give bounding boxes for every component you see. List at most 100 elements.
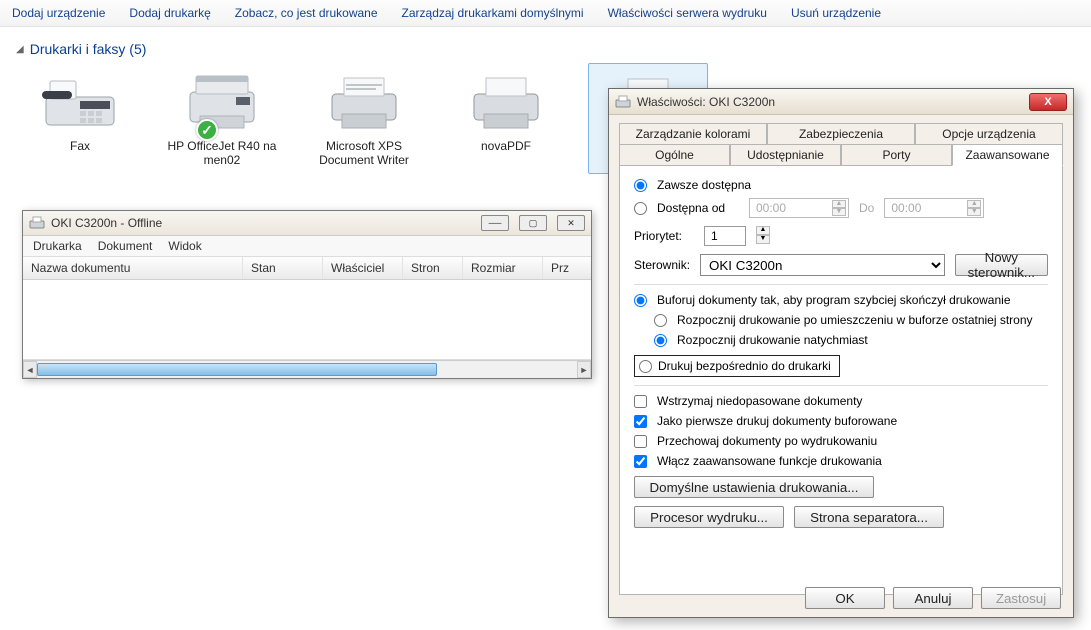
printer-icon (466, 72, 546, 132)
label-spool-after-last: Rozpocznij drukowanie po umieszczeniu w … (677, 313, 1033, 327)
radio-print-direct[interactable] (639, 360, 652, 373)
scroll-left-icon[interactable]: ◄ (23, 361, 37, 378)
queue-titlebar[interactable]: OKI C3200n - Offline ── ▢ ✕ (23, 211, 591, 236)
printer-small-icon (29, 216, 45, 230)
radio-spool-immediately[interactable] (654, 334, 667, 347)
apply-button[interactable]: Zastosuj (981, 587, 1061, 609)
time-to-input[interactable]: 00:00 ▲▼ (884, 198, 984, 218)
close-button[interactable]: ✕ (557, 215, 585, 231)
time-to-value: 00:00 (891, 201, 921, 215)
radio-available-from[interactable] (634, 202, 647, 215)
label-keep-docs: Przechowaj dokumenty po wydrukowaniu (657, 434, 877, 448)
device-xps[interactable]: Microsoft XPS Document Writer (304, 63, 424, 174)
category-title: Drukarki i faksy (5) (30, 41, 147, 57)
col-size[interactable]: Rozmiar (463, 257, 543, 279)
tab-row-bottom: Ogólne Udostępnianie Porty Zaawansowane (619, 144, 1063, 165)
cmd-manage-default[interactable]: Zarządzaj drukarkami domyślnymi (402, 6, 584, 20)
spinner-icon[interactable]: ▲▼ (832, 200, 846, 216)
printer-icon (324, 72, 404, 132)
cmd-server-props[interactable]: Właściwości serwera wydruku (608, 6, 767, 20)
close-button[interactable]: X (1029, 93, 1067, 111)
label-driver: Sterownik: (634, 258, 690, 272)
cancel-button[interactable]: Anuluj (893, 587, 973, 609)
label-spool-immediately: Rozpocznij drukowanie natychmiast (677, 333, 868, 347)
time-from-input[interactable]: 00:00 ▲▼ (749, 198, 849, 218)
queue-columns: Nazwa dokumentu Stan Właściciel Stron Ro… (23, 257, 591, 280)
command-bar: Dodaj urządzenie Dodaj drukarkę Zobacz, … (0, 0, 1091, 27)
scroll-thumb[interactable] (37, 363, 437, 376)
col-owner[interactable]: Właściciel (323, 257, 403, 279)
device-hp[interactable]: ✓ HP OfficeJet R40 na men02 (162, 63, 282, 174)
col-submitted[interactable]: Prz (543, 257, 591, 279)
time-from-value: 00:00 (756, 201, 786, 215)
new-driver-button[interactable]: Nowy sterownik... (955, 254, 1048, 276)
menu-printer[interactable]: Drukarka (33, 239, 82, 253)
tab-general[interactable]: Ogólne (619, 144, 730, 165)
scroll-right-icon[interactable]: ► (577, 361, 591, 378)
tab-color-management[interactable]: Zarządzanie kolorami (619, 123, 767, 144)
device-label: novaPDF (446, 137, 566, 159)
tab-row-top: Zarządzanie kolorami Zabezpieczenia Opcj… (619, 123, 1063, 144)
col-pages[interactable]: Stron (403, 257, 463, 279)
priority-value: 1 (711, 229, 718, 243)
queue-title: OKI C3200n - Offline (51, 216, 471, 230)
driver-select[interactable]: OKI C3200n (700, 254, 945, 276)
label-to: Do (859, 201, 874, 215)
separator-page-button[interactable]: Strona separatora... (794, 506, 944, 528)
tab-ports[interactable]: Porty (841, 144, 952, 165)
collapse-caret-icon: ◢ (16, 44, 24, 55)
radio-spool[interactable] (634, 294, 647, 307)
check-keep-docs[interactable] (634, 435, 647, 448)
col-document[interactable]: Nazwa dokumentu (23, 257, 243, 279)
tab-device-options[interactable]: Opcje urządzenia (915, 123, 1063, 144)
cmd-add-device[interactable]: Dodaj urządzenie (12, 6, 105, 20)
props-titlebar[interactable]: Właściwości: OKI C3200n X (609, 89, 1073, 115)
cmd-see-printing[interactable]: Zobacz, co jest drukowane (235, 6, 378, 20)
menu-document[interactable]: Dokument (98, 239, 153, 253)
label-always-available: Zawsze dostępna (657, 178, 751, 192)
priority-input[interactable]: 1 (704, 226, 746, 246)
dialog-buttons: OK Anuluj Zastosuj (805, 587, 1061, 609)
check-hold-mismatch[interactable] (634, 395, 647, 408)
default-settings-button[interactable]: Domyślne ustawienia drukowania... (634, 476, 874, 498)
advanced-panel: Zawsze dostępna Dostępna od 00:00 ▲▼ Do … (619, 165, 1063, 595)
maximize-button[interactable]: ▢ (519, 215, 547, 231)
check-advanced-features[interactable] (634, 455, 647, 468)
device-novapdf[interactable]: novaPDF (446, 63, 566, 174)
device-label: HP OfficeJet R40 na men02 (162, 137, 282, 174)
separator (634, 385, 1048, 386)
radio-always-available[interactable] (634, 179, 647, 192)
direct-print-option[interactable]: Drukuj bezpośrednio do drukarki (634, 355, 840, 377)
label-print-direct: Drukuj bezpośrednio do drukarki (658, 359, 831, 373)
label-hold-mismatch: Wstrzymaj niedopasowane dokumenty (657, 394, 862, 408)
device-fax[interactable]: Fax (20, 63, 140, 174)
tab-advanced[interactable]: Zaawansowane (952, 144, 1063, 166)
ok-button[interactable]: OK (805, 587, 885, 609)
radio-spool-after-last[interactable] (654, 314, 667, 327)
props-title: Właściwości: OKI C3200n (637, 95, 1023, 109)
cmd-remove-device[interactable]: Usuń urządzenie (791, 6, 881, 20)
default-check-icon: ✓ (196, 119, 218, 141)
device-label: Microsoft XPS Document Writer (304, 137, 424, 174)
category-header[interactable]: ◢ Drukarki i faksy (5) (0, 27, 1091, 63)
tab-sharing[interactable]: Udostępnianie (730, 144, 841, 165)
mfp-icon (182, 72, 262, 132)
printer-small-icon (615, 95, 631, 109)
cmd-add-printer[interactable]: Dodaj drukarkę (129, 6, 210, 20)
horizontal-scrollbar[interactable]: ◄ ► (23, 360, 591, 378)
device-label: Fax (20, 137, 140, 159)
fax-icon (40, 75, 120, 130)
tab-security[interactable]: Zabezpieczenia (767, 123, 915, 144)
minimize-button[interactable]: ── (481, 215, 509, 231)
print-processor-button[interactable]: Procesor wydruku... (634, 506, 784, 528)
queue-menubar: Drukarka Dokument Widok (23, 236, 591, 257)
check-print-spooled-first[interactable] (634, 415, 647, 428)
spinner-icon[interactable]: ▲▼ (967, 200, 981, 216)
spinner-icon[interactable]: ▲▼ (756, 226, 770, 246)
label-spool: Buforuj dokumenty tak, aby program szybc… (657, 293, 1011, 307)
label-print-spooled-first: Jako pierwsze drukuj dokumenty buforowan… (657, 414, 897, 428)
separator (634, 284, 1048, 285)
menu-view[interactable]: Widok (168, 239, 201, 253)
printer-properties-dialog: Właściwości: OKI C3200n X Zarządzanie ko… (608, 88, 1074, 618)
col-status[interactable]: Stan (243, 257, 323, 279)
